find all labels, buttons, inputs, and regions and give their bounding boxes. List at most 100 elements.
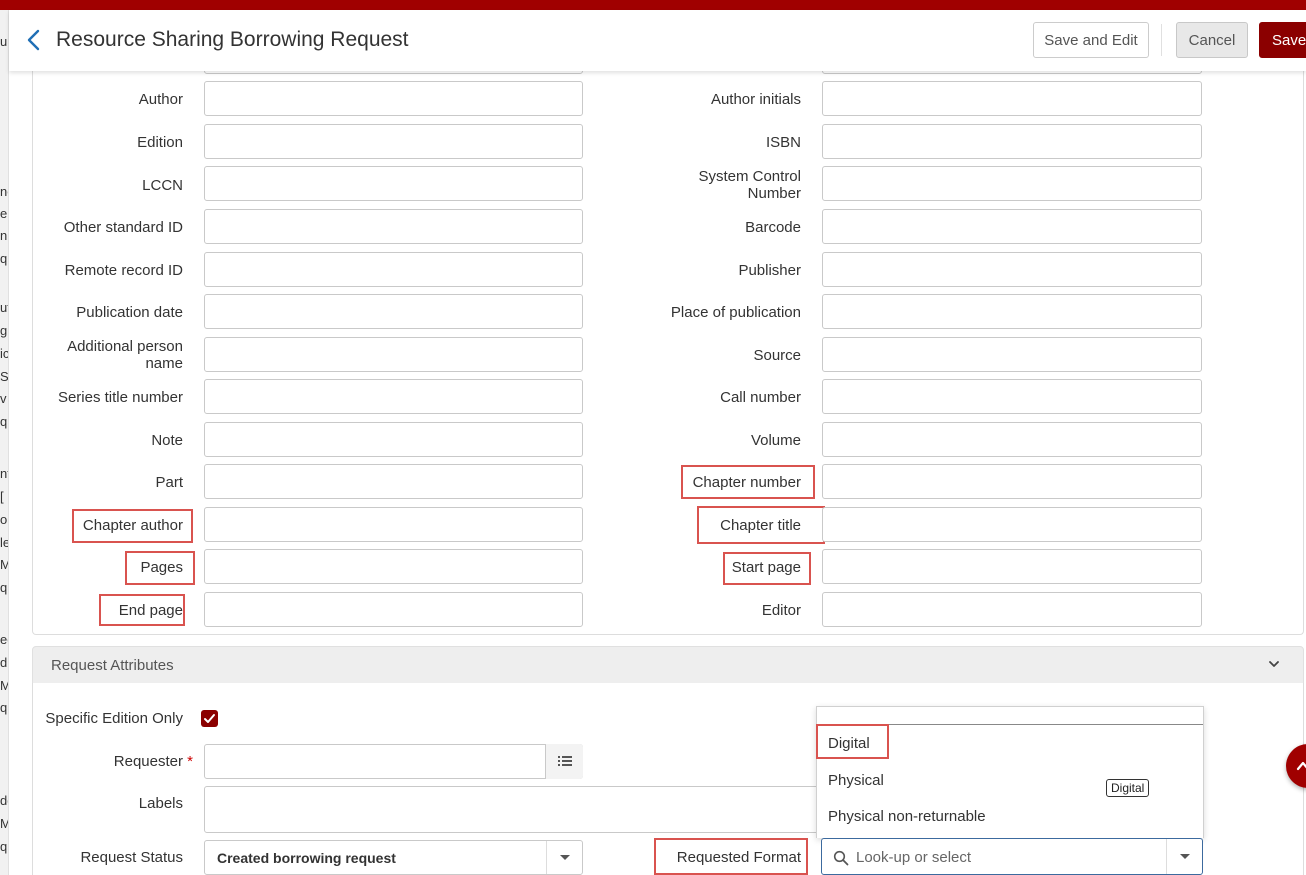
format-option-physical-non-returnable[interactable]: Physical non-returnable [828, 808, 986, 825]
bg-text: q [0, 251, 8, 266]
place-of-publication-input[interactable] [822, 294, 1202, 329]
editor-input[interactable] [822, 592, 1202, 627]
bg-text: g [0, 323, 8, 338]
request-attributes-section-header[interactable]: Request Attributes [32, 646, 1304, 684]
labels-input[interactable] [204, 786, 824, 833]
isbn-input[interactable] [822, 124, 1202, 159]
author-initials-input[interactable] [822, 81, 1202, 116]
series-title-number-input[interactable] [204, 379, 583, 414]
format-option-physical[interactable]: Physical [828, 772, 884, 789]
chevron-down-icon[interactable] [1267, 659, 1281, 669]
section-title: Request Attributes [51, 657, 174, 674]
call-number-label: Call number [720, 389, 801, 406]
request-status-label: Request Status [80, 849, 183, 866]
additional-person-name-input[interactable] [204, 337, 583, 372]
chapter-number-input[interactable] [822, 464, 1202, 499]
save-button[interactable]: Save [1259, 22, 1306, 58]
request-status-value: Created borrowing request [217, 850, 396, 866]
chapter-number-label: Chapter number [692, 474, 801, 491]
cancel-button[interactable]: Cancel [1176, 22, 1248, 58]
requester-label: Requester * [40, 753, 193, 770]
pages-label: Pages [140, 559, 183, 576]
bg-text: ic [0, 346, 9, 361]
author-initials-label: Author initials [710, 91, 801, 108]
page-header: Resource Sharing Borrowing Request Save … [9, 10, 1306, 71]
bg-text: nt [0, 466, 8, 481]
call-number-input[interactable] [822, 379, 1202, 414]
system-control-number-label: System Control Number [698, 168, 801, 202]
publisher-label: Publisher [738, 262, 801, 279]
bg-text: d [0, 655, 8, 670]
chevron-up-icon [1296, 761, 1306, 771]
chapter-title-label: Chapter title [720, 517, 801, 534]
publisher-input[interactable] [822, 252, 1202, 287]
source-label: Source [753, 347, 801, 364]
caret-down-icon[interactable] [546, 841, 582, 874]
other-standard-id-input[interactable] [204, 209, 583, 244]
bg-text: S [0, 369, 9, 384]
author-input[interactable] [204, 81, 583, 116]
bg-text: le [0, 535, 8, 550]
requested-format-select[interactable]: Look-up or select [821, 838, 1203, 875]
publication-date-label: Publication date [76, 304, 183, 321]
highlight-box [816, 724, 889, 759]
system-control-number-input[interactable] [822, 166, 1202, 201]
caret-down-icon[interactable] [1166, 839, 1202, 874]
barcode-label: Barcode [745, 219, 801, 236]
bg-text: q [0, 700, 8, 715]
bg-text: dg [0, 793, 8, 808]
format-placeholder: Look-up or select [856, 849, 972, 866]
bg-text: oi [0, 512, 8, 527]
part-input[interactable] [204, 464, 583, 499]
publication-date-input[interactable] [204, 294, 583, 329]
start-page-input[interactable] [822, 549, 1202, 584]
bg-text: q [0, 839, 8, 854]
bg-text: ec [0, 632, 8, 647]
list-icon [558, 756, 572, 766]
start-page-label: Start page [731, 559, 801, 576]
editor-label: Editor [761, 602, 801, 619]
chapter-title-input[interactable] [822, 507, 1202, 542]
requester-list-button[interactable] [545, 744, 583, 779]
lccn-input[interactable] [204, 166, 583, 201]
floating-action-button[interactable] [1286, 744, 1306, 788]
remote-record-id-label: Remote record ID [64, 262, 183, 279]
remote-record-id-input[interactable] [204, 252, 583, 287]
other-standard-id-label: Other standard ID [63, 219, 183, 236]
required-mark: * [187, 753, 193, 770]
end-page-input[interactable] [204, 592, 583, 627]
page-title: Resource Sharing Borrowing Request [56, 28, 409, 51]
edition-label: Edition [137, 134, 183, 151]
save-and-edit-button[interactable]: Save and Edit [1033, 22, 1149, 58]
volume-label: Volume [750, 432, 801, 449]
isbn-label: ISBN [765, 134, 801, 151]
bg-text: n [0, 228, 8, 243]
edition-input[interactable] [204, 124, 583, 159]
note-input[interactable] [204, 422, 583, 457]
lccn-label: LCCN [142, 177, 183, 194]
back-arrow-icon[interactable] [23, 28, 45, 52]
additional-person-name-label: Additional person name [67, 338, 183, 372]
source-input[interactable] [822, 337, 1202, 372]
requested-format-label: Requested Format [676, 849, 801, 866]
check-icon [204, 714, 215, 723]
volume-input[interactable] [822, 422, 1202, 457]
chapter-author-label: Chapter author [82, 517, 183, 534]
top-brand-bar [0, 0, 1306, 10]
pages-input[interactable] [204, 549, 583, 584]
barcode-input[interactable] [822, 209, 1202, 244]
note-label: Note [151, 432, 183, 449]
requester-input[interactable] [204, 744, 583, 779]
series-title-number-label: Series title number [57, 389, 183, 406]
author-label: Author [138, 91, 183, 108]
chapter-author-input[interactable] [204, 507, 583, 542]
bg-text: M [0, 557, 8, 572]
labels-label: Labels [138, 795, 183, 812]
place-of-publication-label: Place of publication [670, 304, 801, 321]
header-divider [1161, 24, 1162, 56]
request-status-select[interactable]: Created borrowing request [204, 840, 583, 875]
specific-edition-checkbox[interactable] [201, 710, 218, 727]
bg-text: ne [0, 184, 8, 199]
bg-text: e [0, 206, 8, 221]
end-page-label: End page [118, 602, 183, 619]
